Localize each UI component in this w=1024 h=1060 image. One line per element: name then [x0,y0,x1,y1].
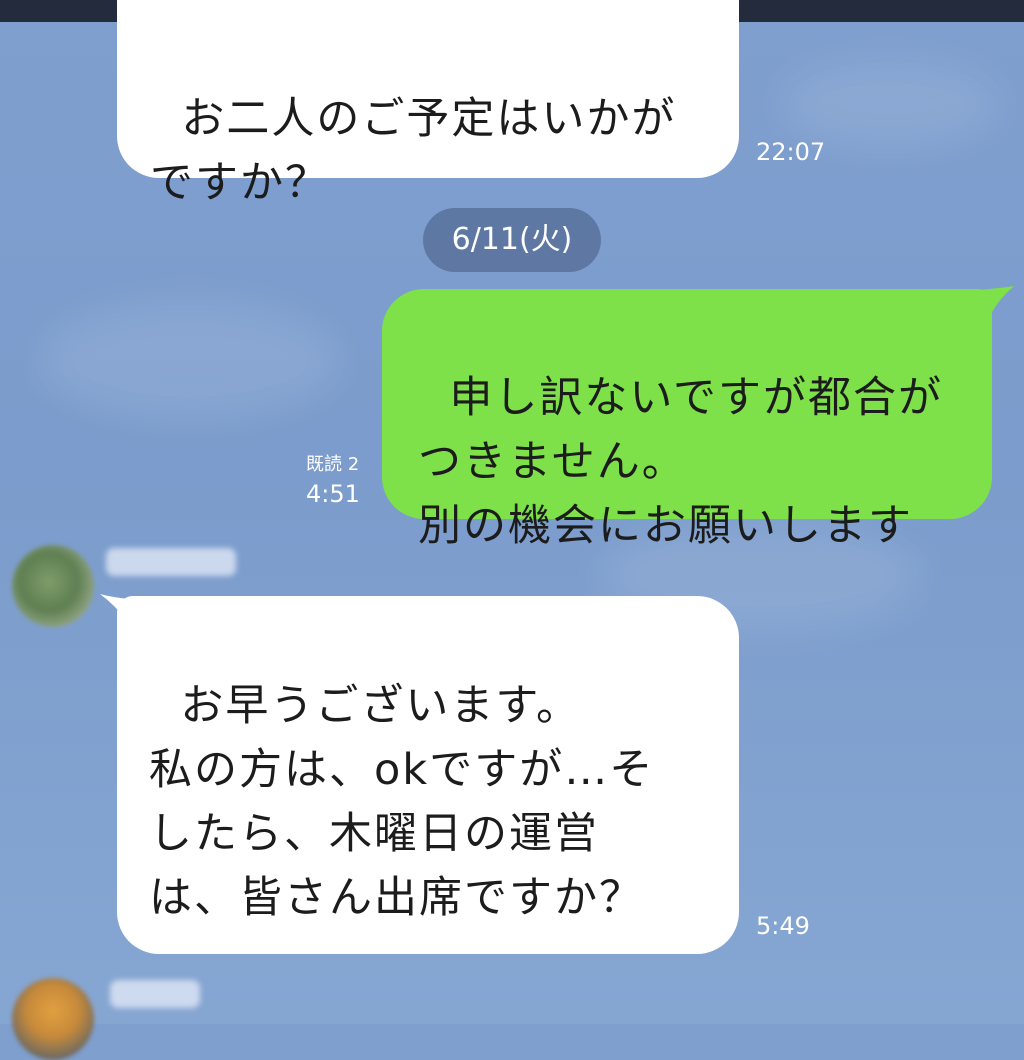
message-timestamp: 4:51 [306,480,360,508]
message-timestamp: 5:49 [756,912,810,940]
message-timestamp: 22:07 [756,138,826,166]
message-text: お早うございます。 私の方は、okですが…そ したら、木曜日の運営 は、皆さん出… [149,681,655,923]
incoming-message-bubble[interactable]: お早うございます。 私の方は、okですが…そ したら、木曜日の運営 は、皆さん出… [117,596,739,954]
background-cloud [780,60,1000,150]
sender-name-blurred [110,980,200,1008]
sender-name-blurred [106,548,236,576]
sender-avatar[interactable] [12,545,94,627]
background-cloud [40,300,340,420]
sender-avatar[interactable] [12,978,94,1060]
outgoing-message-bubble[interactable]: 申し訳ないですが都合が つきません。 別の機会にお願いします [382,289,992,551]
message-text: 申し訳ないですが都合が つきません。 別の機会にお願いします [418,373,944,551]
read-receipt: 既読 2 [306,454,360,475]
message-text: お二人のご予定はいかが ですか？ [150,94,677,208]
incoming-message-bubble[interactable]: お二人のご予定はいかが ですか？ [117,0,739,208]
date-separator: 6/11(火) [423,208,601,272]
bubble-tail [978,286,1014,312]
